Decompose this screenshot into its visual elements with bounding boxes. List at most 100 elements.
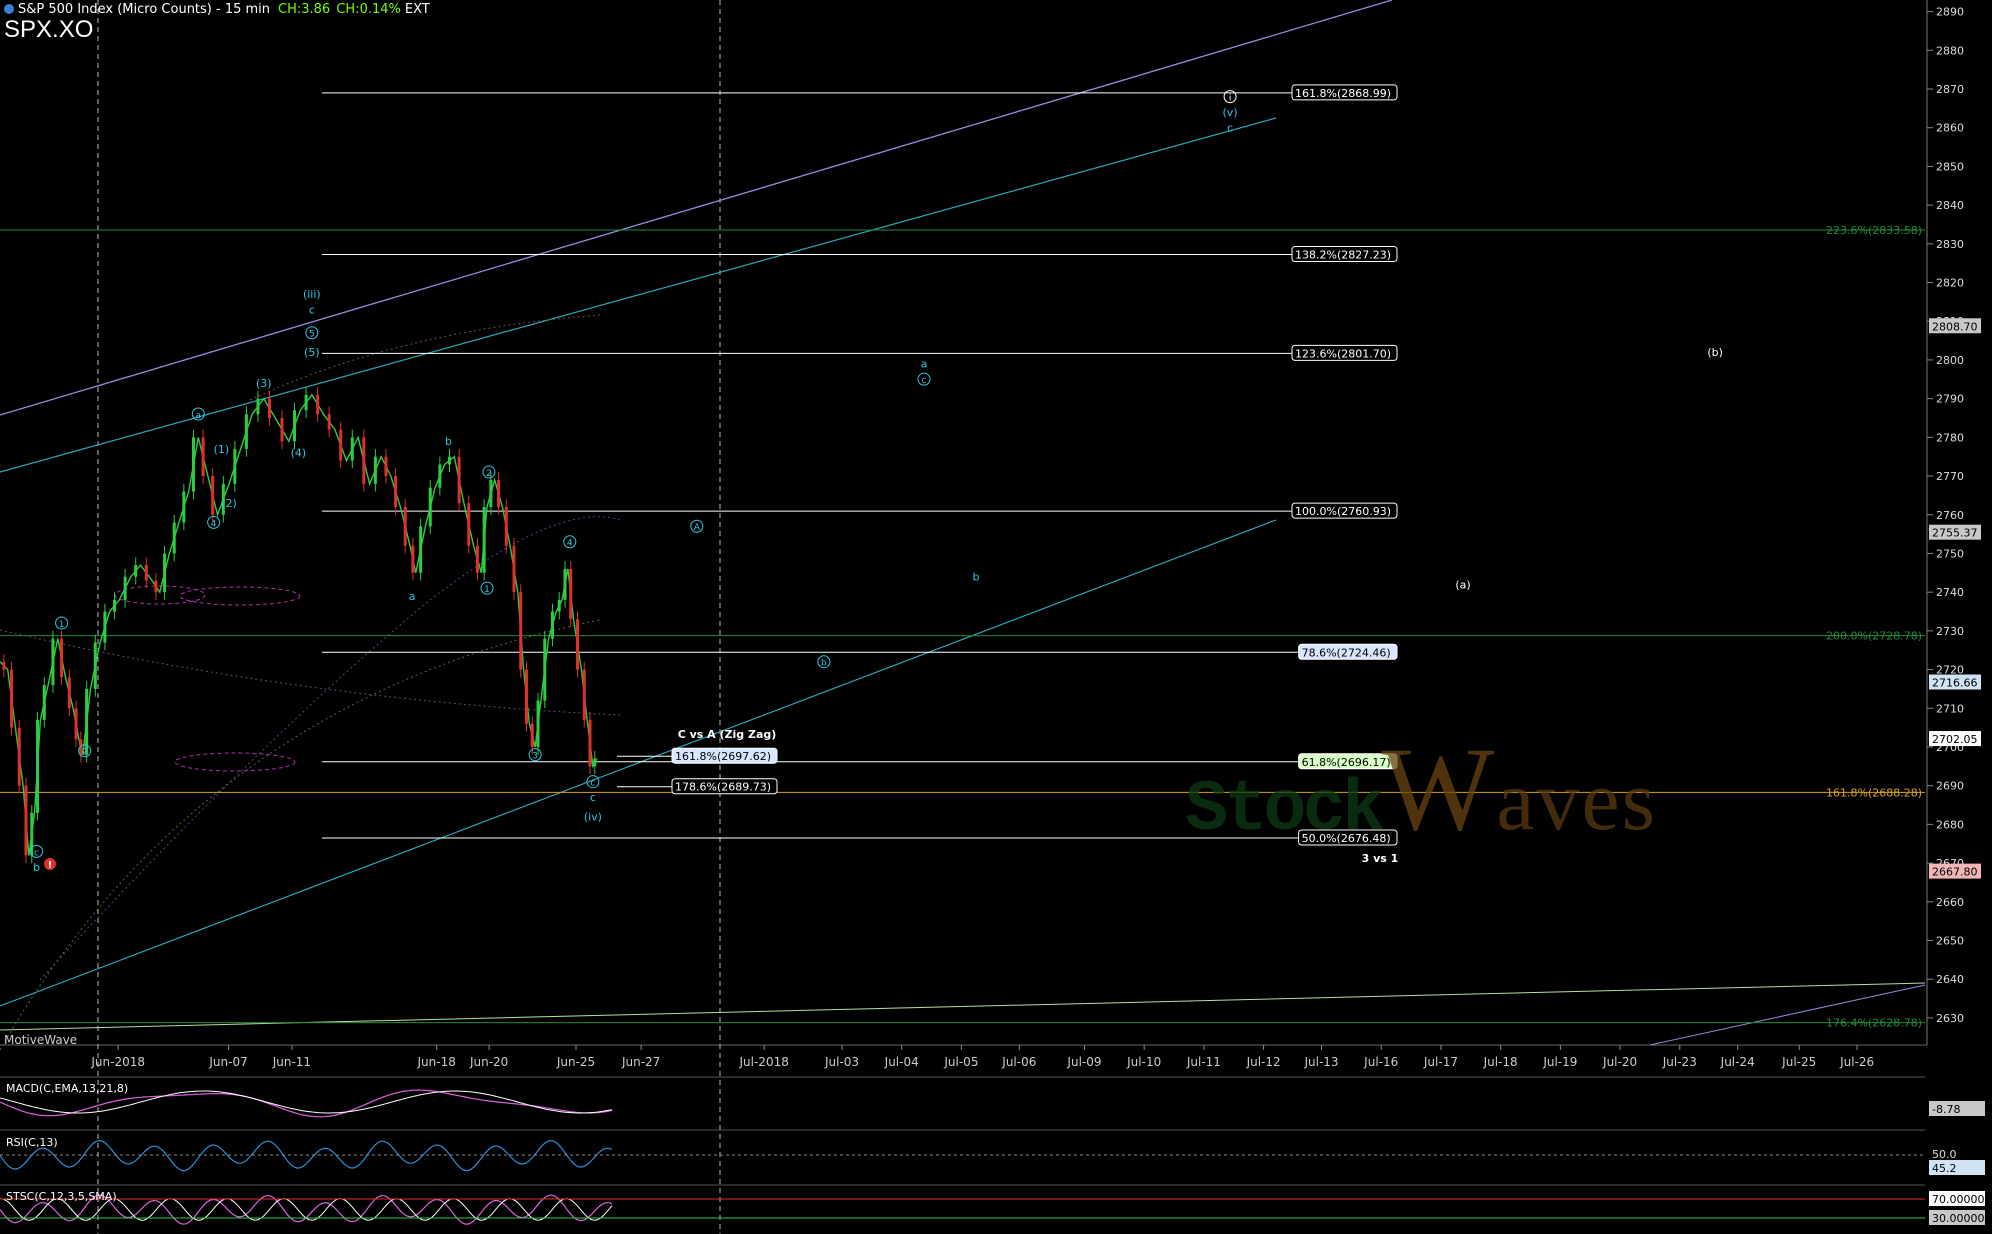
x-tick-label: Jul-12 bbox=[1246, 1055, 1281, 1069]
price-candle bbox=[576, 619, 579, 670]
wave-label: c bbox=[309, 304, 315, 317]
wave-label: A bbox=[694, 523, 701, 533]
moving-average-curve bbox=[0, 619, 601, 1051]
wave-label: (3) bbox=[256, 377, 272, 390]
moving-average-curve-4 bbox=[249, 314, 601, 401]
price-candle bbox=[536, 700, 540, 747]
lower-channel-line bbox=[0, 519, 1277, 1007]
price-candle bbox=[2, 661, 6, 670]
price-series-line bbox=[0, 393, 598, 856]
y-tick-label: 2790 bbox=[1936, 393, 1964, 406]
wave-label: 2 bbox=[486, 469, 492, 479]
price-candle bbox=[530, 723, 534, 747]
x-tick-label: Jul-2018 bbox=[739, 1055, 789, 1069]
wave-label: (v) bbox=[1223, 106, 1238, 119]
price-candle bbox=[154, 580, 158, 593]
price-candle bbox=[51, 638, 55, 686]
price-candle bbox=[172, 522, 176, 554]
price-chart[interactable]: 2630264026502660267026802690270027102720… bbox=[0, 0, 1992, 1234]
x-tick-label: Jul-25 bbox=[1781, 1055, 1816, 1069]
price-candle bbox=[497, 479, 501, 508]
price-candle bbox=[293, 410, 297, 442]
price-candle bbox=[588, 719, 592, 767]
price-badge-label: 2716.66 bbox=[1932, 677, 1978, 690]
y-tick-label: 2830 bbox=[1936, 238, 1964, 251]
price-candle bbox=[163, 553, 167, 593]
fib-level-label: 123.6%(2801.70) bbox=[1295, 347, 1391, 360]
price-candle bbox=[304, 394, 308, 411]
wave-label: (2) bbox=[221, 497, 237, 510]
indicator-line bbox=[0, 1139, 613, 1172]
indicator-badge-label: 30.00000 bbox=[1932, 1212, 1985, 1225]
price-candle bbox=[211, 476, 215, 515]
horizontal-level-label: 223.6%(2833.58) bbox=[1826, 224, 1922, 237]
price-candle bbox=[191, 437, 195, 492]
y-tick-label: 2840 bbox=[1936, 199, 1964, 212]
macd-label: MACD(C,EMA,13,21,8) bbox=[6, 1082, 129, 1095]
price-candle bbox=[467, 503, 471, 546]
x-tick-label: Jul-20 bbox=[1602, 1055, 1637, 1069]
x-tick-label: Jul-04 bbox=[884, 1055, 919, 1069]
wave-label: b bbox=[445, 435, 452, 448]
price-candle bbox=[428, 487, 432, 527]
fib-level-label: 178.6%(2689.73) bbox=[675, 781, 771, 794]
x-tick-label: Jul-13 bbox=[1303, 1055, 1338, 1069]
wave-label: c bbox=[590, 779, 595, 789]
wave-label: 2 bbox=[82, 748, 88, 758]
session-label: EXT bbox=[404, 2, 430, 17]
horizontal-level-label: 176.4%(2628.78) bbox=[1826, 1017, 1922, 1030]
x-tick-label: Jun-2018 bbox=[90, 1055, 145, 1069]
x-tick-label: Jun-25 bbox=[556, 1055, 595, 1069]
wave-i-label: i bbox=[1229, 94, 1232, 104]
y-tick-label: 2860 bbox=[1936, 122, 1964, 135]
price-candle bbox=[403, 507, 407, 546]
price-candle bbox=[134, 565, 138, 577]
price-candle bbox=[384, 456, 388, 477]
x-tick-label: Jul-23 bbox=[1662, 1055, 1697, 1069]
price-candle bbox=[489, 479, 493, 508]
wave-label: c bbox=[1227, 122, 1233, 135]
price-candle bbox=[373, 456, 377, 484]
stsc-label: STSC(C,12,3,5,SMA) bbox=[6, 1190, 117, 1203]
wave-label: (iii) bbox=[303, 288, 321, 301]
annotation-zigzag: C vs A (Zig Zag) bbox=[678, 728, 777, 741]
price-candle bbox=[557, 599, 561, 612]
fib-level-label: 161.8%(2697.62) bbox=[675, 750, 771, 763]
price-candle bbox=[10, 669, 14, 728]
price-candle bbox=[74, 708, 78, 740]
price-candle bbox=[24, 785, 28, 856]
y-tick-label: 2730 bbox=[1936, 625, 1964, 638]
mid-channel-line bbox=[0, 117, 1277, 473]
indicator-badge-label: 45.2 bbox=[1932, 1162, 1957, 1175]
y-tick-label: 2740 bbox=[1936, 586, 1964, 599]
wave-label: (4) bbox=[291, 447, 307, 460]
stockwaves-logo: StockWaves bbox=[1185, 720, 1657, 858]
symbol-dot-icon bbox=[4, 4, 14, 14]
price-candle bbox=[36, 719, 40, 813]
y-tick-label: 2640 bbox=[1936, 973, 1964, 986]
w-logo-text: W bbox=[1381, 722, 1497, 855]
y-tick-label: 2780 bbox=[1936, 431, 1964, 444]
wave-label: c bbox=[34, 848, 39, 858]
wave-label: (a) bbox=[1455, 578, 1470, 591]
wave-label: b bbox=[33, 861, 40, 874]
y-tick-label: 2710 bbox=[1936, 702, 1964, 715]
price-candle bbox=[482, 507, 486, 573]
y-tick-label: 2750 bbox=[1936, 547, 1964, 560]
wave-label: (5) bbox=[304, 346, 320, 359]
price-candle bbox=[42, 685, 46, 720]
price-candle bbox=[457, 456, 461, 504]
price-candle bbox=[524, 669, 528, 724]
price-candle bbox=[519, 592, 523, 670]
stock-logo-text: Stock bbox=[1185, 769, 1385, 851]
price-candle bbox=[563, 568, 567, 600]
rsi-label: RSI(C,13) bbox=[6, 1136, 58, 1149]
price-badge-label: 2755.37 bbox=[1932, 527, 1978, 540]
price-badge-label: 2667.80 bbox=[1932, 866, 1978, 879]
alert-icon-mark: ! bbox=[48, 860, 53, 871]
price-candle bbox=[362, 437, 366, 484]
price-candle bbox=[244, 414, 248, 449]
y-tick-label: 2660 bbox=[1936, 896, 1964, 909]
y-tick-label: 2770 bbox=[1936, 470, 1964, 483]
indicator-badge-label: 50.0 bbox=[1932, 1148, 1957, 1161]
